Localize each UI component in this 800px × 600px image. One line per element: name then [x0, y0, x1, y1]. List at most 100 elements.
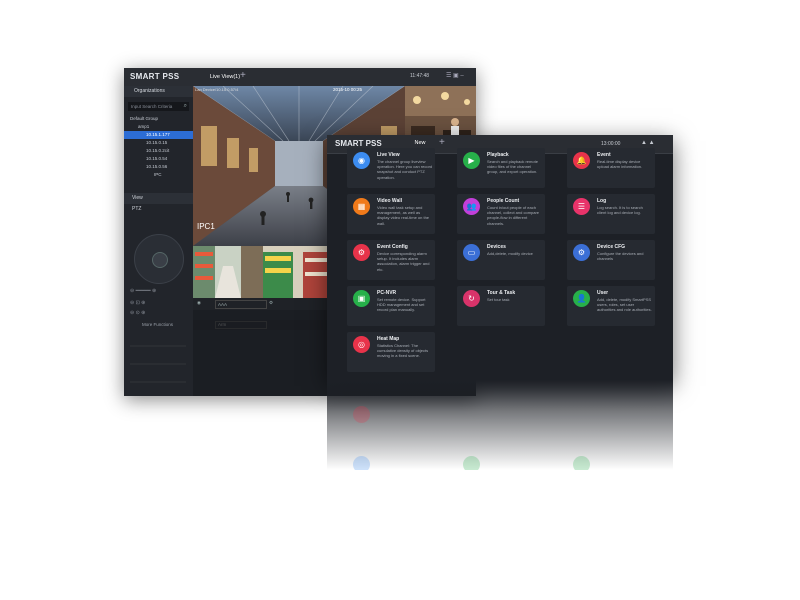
tile-title: Devices	[487, 244, 506, 250]
back-clock: 11:47:48	[410, 73, 430, 79]
heat-map-icon: ◎	[353, 336, 370, 353]
tree-item[interactable]: 10.15.0.15	[124, 139, 193, 147]
module-tile-people-count[interactable]: 👥 People Count Count in/out people of each…	[457, 194, 545, 234]
device-search-input[interactable]: Input Search Criteria ⌕	[128, 102, 189, 111]
device-tree: Default Group amp1 10.15.1.177 10.15.0.1…	[124, 115, 193, 179]
ptz-zoom-row[interactable]: ⊖ ━━━━━ ⊕	[130, 288, 156, 294]
tile-description: Set tour task	[487, 297, 510, 302]
ptz-section[interactable]: PTZ	[124, 204, 193, 215]
reflected-tile	[567, 438, 655, 470]
search-icon[interactable]: ⌕	[184, 102, 187, 111]
tile-description: Configure the devices and channels	[597, 251, 644, 262]
ptz-focus-row[interactable]: ⊖ ⊡ ⊕	[130, 300, 145, 306]
pc-nvr-icon: ▣	[353, 290, 370, 307]
gear-icon[interactable]: ⚙	[269, 300, 273, 306]
video-wall-icon: ▦	[353, 198, 370, 215]
reflected-icon	[353, 456, 370, 470]
supermarket-scene	[193, 246, 263, 298]
module-tile-log[interactable]: ☰ Log Log search. It is to search client l…	[567, 194, 655, 234]
main-menu-window: SMART PSS New + 13:00:00 ▲ ▲ ◉ Live View T…	[327, 135, 673, 380]
ptz-center-button[interactable]	[152, 252, 168, 268]
tile-description: Set remote device. Support HDD managemen…	[377, 297, 426, 313]
camera-timestamp: 2015-10 00:25	[333, 87, 363, 92]
reflected-tile	[347, 438, 435, 470]
module-tile-devices[interactable]: ▭ Devices Add,delete, modify device	[457, 240, 545, 280]
reflected-icon	[353, 406, 370, 423]
module-tile-event-config[interactable]: ⚙ Event Config Device corresponding alarm …	[347, 240, 435, 280]
tile-title: PC-NVR	[377, 290, 397, 296]
tree-item-amp1[interactable]: amp1	[124, 123, 193, 131]
module-tile-user[interactable]: 👤 User Add, delete, modify SmartPSS users,…	[567, 286, 655, 326]
tile-title: Tour & Task	[487, 290, 516, 296]
tile-description: Log search. It is to search client log a…	[597, 205, 643, 216]
tree-item[interactable]: 10.15.0.54	[124, 155, 193, 163]
tree-item[interactable]: IPC	[124, 171, 193, 179]
tour-task-icon: ↻	[463, 290, 480, 307]
tile-title: Event Config	[377, 244, 408, 250]
tile-description: Add, delete, modify SmartPSS users, role…	[597, 297, 652, 313]
tile-description: Real-time display device upload alarm in…	[597, 159, 643, 170]
tile-description: Video wall task setup and management, as…	[377, 205, 430, 226]
module-tile-live-view[interactable]: ◉ Live View The channel group liveview ope…	[347, 148, 435, 188]
device-panel: Organizations Input Search Criteria ⌕ De…	[124, 86, 193, 396]
tile-title: User	[597, 290, 609, 296]
view-section[interactable]: View	[124, 193, 193, 204]
back-title-icons[interactable]: ☰ ▣ –	[446, 72, 464, 79]
event-icon: 🔔	[573, 152, 590, 169]
more-functions-label[interactable]: More Functions	[142, 322, 173, 327]
tile-description: Add,delete, modify device	[487, 251, 533, 256]
back-app-logo: SMART PSS	[130, 72, 180, 81]
tile-title: Device CFG	[597, 244, 626, 250]
tile-description: Search and playback remote video files o…	[487, 159, 538, 175]
organizations-header[interactable]: Organizations	[124, 86, 193, 97]
window-reflection	[327, 380, 673, 470]
reflected-icon	[573, 456, 590, 470]
tile-title: Log	[597, 198, 607, 204]
module-tile-video-wall[interactable]: ▦ Video Wall Video wall task setup and man…	[347, 194, 435, 234]
devices-icon: ▭	[463, 244, 480, 261]
module-tile-pc-nvr[interactable]: ▣ PC-NVR Set remote device. Support HDD ma…	[347, 286, 435, 326]
search-placeholder: Input Search Criteria	[131, 104, 173, 109]
layout-dropdown[interactable]: AAA	[215, 300, 267, 309]
playback-icon: ▶	[463, 152, 480, 169]
panel-reflection-decor	[130, 345, 186, 383]
event-config-icon: ⚙	[353, 244, 370, 261]
tile-title: Playback	[487, 152, 509, 158]
user-icon: 👤	[573, 290, 590, 307]
tile-title: People Count	[487, 198, 520, 204]
tree-item[interactable]: 10.15.0.2cit	[124, 147, 193, 155]
module-tile-heat-map[interactable]: ◎ Heat Map Statistics Channel: The cumulat…	[347, 332, 435, 372]
tree-item[interactable]: 10.15.0.56	[124, 163, 193, 171]
ptz-iris-row[interactable]: ⊖ ⊙ ⊕	[130, 310, 145, 316]
front-app-logo: SMART PSS	[335, 139, 382, 148]
module-tile-playback[interactable]: ▶ Playback Search and playback remote vide…	[457, 148, 545, 188]
reflected-tile	[457, 438, 545, 470]
front-title-icons[interactable]: ▲ ▲	[641, 140, 655, 146]
tile-title: Heat Map	[377, 336, 400, 342]
camera-view-supermarket[interactable]	[193, 246, 263, 298]
add-tab-button[interactable]: +	[240, 70, 246, 81]
camera-view-aisle[interactable]	[263, 246, 333, 298]
tile-title: Live View	[377, 152, 400, 158]
module-tile-tour-task[interactable]: ↻ Tour & Task Set tour task	[457, 286, 545, 326]
arm-dropdown[interactable]: Arm	[215, 321, 267, 329]
people-count-icon: 👥	[463, 198, 480, 215]
front-clock: 13:00:00	[601, 141, 621, 147]
aisle-scene	[263, 246, 333, 298]
module-tile-device-cfg[interactable]: ⚙ Device CFG Configure the devices and cha…	[567, 240, 655, 280]
tile-title: Event	[597, 152, 611, 158]
tile-description: Count in/out people of each channel, col…	[487, 205, 540, 226]
tile-description: Statistics Channel: The cumulative densi…	[377, 343, 429, 359]
tree-item-selected[interactable]: 10.15.1.177	[124, 131, 193, 139]
live-view-icon: ◉	[353, 152, 370, 169]
module-tile-event[interactable]: 🔔 Event Real-time display device upload al…	[567, 148, 655, 188]
back-title-bar: SMART PSS Live View(1) + 11:47:48 ☰ ▣ –	[124, 68, 476, 87]
device-cfg-icon: ⚙	[573, 244, 590, 261]
camera-overlay-text: Lan Device/10.15.0.57/4	[195, 87, 239, 92]
record-button[interactable]: ◉	[197, 300, 201, 306]
ptz-direction-pad[interactable]	[134, 234, 184, 284]
tree-item-default-group[interactable]: Default Group	[124, 115, 193, 123]
add-tab-button[interactable]: +	[439, 137, 445, 148]
tile-description: Device corresponding alarm setup. It inc…	[377, 251, 430, 272]
tile-description: The channel group liveview operation. He…	[377, 159, 433, 180]
